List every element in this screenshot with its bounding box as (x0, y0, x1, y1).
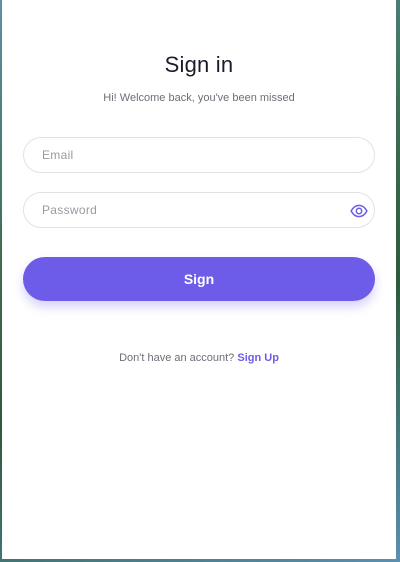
signin-card: Sign in Hi! Welcome back, you've been mi… (2, 0, 396, 559)
page-title: Sign in (164, 52, 234, 77)
eye-icon[interactable] (350, 202, 368, 220)
email-field-wrapper (23, 137, 375, 173)
signup-link[interactable]: Sign Up (237, 352, 279, 364)
sign-in-button[interactable]: Sign (23, 257, 375, 301)
subtitle: Hi! Welcome back, you've been missed (103, 92, 295, 104)
email-field[interactable] (24, 138, 332, 172)
signup-prompt: Don't have an account? Sign Up (2, 352, 396, 364)
password-field[interactable] (24, 193, 332, 227)
password-field-wrapper (23, 192, 375, 228)
signup-prompt-text: Don't have an account? (119, 352, 235, 364)
